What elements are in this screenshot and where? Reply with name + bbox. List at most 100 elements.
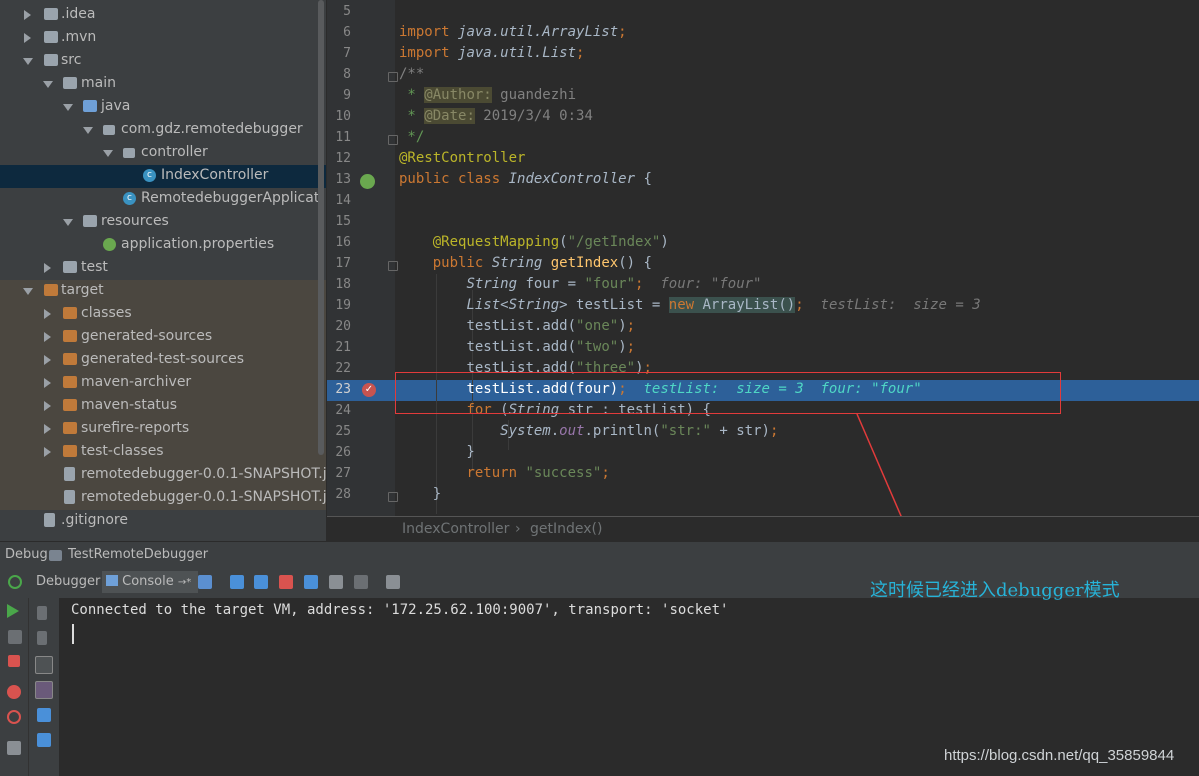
tree-item-maven-archiver[interactable]: maven-archiver <box>0 372 326 395</box>
mute-breakpoints-icon[interactable] <box>7 710 21 724</box>
tree-item-gitignore[interactable]: .gitignore <box>0 510 326 533</box>
folder-icon <box>63 307 77 319</box>
step-into-icon[interactable] <box>254 575 268 589</box>
breadcrumb-class[interactable]: IndexController <box>402 521 509 537</box>
tree-item-jar[interactable]: remotedebugger-0.0.1-SNAPSHOT.ja <box>0 464 326 487</box>
watermark: https://blog.csdn.net/qq_35859844 <box>944 747 1175 764</box>
console-line: Connected to the target VM, address: '17… <box>71 602 729 618</box>
chevron-down-icon[interactable] <box>43 81 53 88</box>
drop-frame-icon[interactable] <box>329 575 343 589</box>
breakpoint-icon[interactable]: ✓ <box>362 383 376 397</box>
breadcrumb: IndexController › getIndex() <box>327 516 1199 542</box>
tree-item-test[interactable]: test <box>0 257 326 280</box>
down-arrow-icon[interactable] <box>37 631 47 645</box>
run-config-name[interactable]: TestRemoteDebugger <box>68 547 208 562</box>
evaluate-expression-icon[interactable] <box>386 575 400 589</box>
breadcrumb-method[interactable]: getIndex() <box>530 521 602 537</box>
chevron-right-icon[interactable] <box>44 332 51 342</box>
resume-icon[interactable] <box>7 604 19 618</box>
view-breakpoints-icon[interactable] <box>7 685 21 699</box>
chevron-down-icon[interactable] <box>103 150 113 157</box>
chevron-right-icon[interactable] <box>44 424 51 434</box>
chevron-down-icon[interactable] <box>63 104 73 111</box>
tree-item-idea[interactable]: .idea <box>0 4 326 27</box>
chevron-down-icon[interactable] <box>23 288 33 295</box>
chevron-right-icon[interactable] <box>44 355 51 365</box>
tab-console[interactable]: Console →* <box>102 571 198 593</box>
chevron-down-icon[interactable] <box>83 127 93 134</box>
tab-debugger[interactable]: Debugger <box>32 571 104 593</box>
chevron-right-icon[interactable] <box>24 33 31 43</box>
code-line-10: * @Date: 2019/3/4 0:34 <box>399 108 593 124</box>
code-line-16: @RequestMapping("/getIndex") <box>432 234 669 250</box>
remote-config-icon <box>49 550 62 561</box>
up-arrow-icon[interactable] <box>37 606 47 620</box>
chevron-down-icon[interactable] <box>63 219 73 226</box>
chevron-right-icon[interactable] <box>44 309 51 319</box>
tree-item-target[interactable]: target <box>0 280 326 303</box>
scroll-to-end-icon[interactable] <box>35 681 53 699</box>
line-number: 21 <box>335 340 351 355</box>
code-line-26: } <box>399 444 475 460</box>
spring-bean-gutter-icon[interactable] <box>360 174 375 189</box>
line-number: 28 <box>335 487 351 502</box>
camera-icon[interactable] <box>7 741 21 755</box>
clear-all-icon[interactable] <box>37 733 51 747</box>
run-to-cursor-icon[interactable] <box>354 575 368 589</box>
folder-icon <box>63 399 77 411</box>
step-out-icon[interactable] <box>304 575 318 589</box>
force-step-into-icon[interactable] <box>279 575 293 589</box>
code-line-11: */ <box>399 129 425 145</box>
tree-item-main[interactable]: main <box>0 73 326 96</box>
chevron-right-icon[interactable] <box>44 263 51 273</box>
tree-item-controller[interactable]: controller <box>0 142 326 165</box>
debug-title: Debug <box>5 547 48 562</box>
line-number: 10 <box>335 109 351 124</box>
chevron-right-icon[interactable] <box>44 447 51 457</box>
chevron-down-icon[interactable] <box>23 58 33 65</box>
code-line-21: testList.add("two"); <box>466 339 636 355</box>
tree-item-application[interactable]: c RemotedebuggerApplicati <box>0 188 326 211</box>
tree-item-properties[interactable]: application.properties <box>0 234 326 257</box>
folder-icon <box>63 445 77 457</box>
line-number: 9 <box>343 88 351 103</box>
rerun-icon[interactable] <box>8 575 22 589</box>
tree-item-resources[interactable]: resources <box>0 211 326 234</box>
tree-item-generated-test-sources[interactable]: generated-test-sources <box>0 349 326 372</box>
code-line-25: System.out.println("str:" + str); <box>500 423 779 439</box>
code-line-7: import java.util.List; <box>399 45 585 61</box>
show-execution-point-icon[interactable] <box>198 575 212 589</box>
debug-actions-bar <box>0 598 28 776</box>
tree-item-java[interactable]: java <box>0 96 326 119</box>
line-number: 17 <box>335 256 351 271</box>
tree-item-surefire-reports[interactable]: surefire-reports <box>0 418 326 441</box>
chevron-right-icon[interactable] <box>44 378 51 388</box>
step-over-icon[interactable] <box>230 575 244 589</box>
tree-item-jar-original[interactable]: remotedebugger-0.0.1-SNAPSHOT.ja <box>0 487 326 510</box>
print-icon[interactable] <box>37 708 51 722</box>
tree-item-indexcontroller[interactable]: c IndexController <box>0 165 326 188</box>
line-number: 25 <box>335 424 351 439</box>
tree-item-src[interactable]: src <box>0 50 326 73</box>
soft-wrap-icon[interactable] <box>35 656 53 674</box>
code-line-12: @RestController <box>399 150 526 166</box>
line-number: 16 <box>335 235 351 250</box>
pause-icon[interactable] <box>8 630 22 644</box>
code-line-18: String four = "four"; four: "four" <box>466 276 762 292</box>
tree-item-test-classes[interactable]: test-classes <box>0 441 326 464</box>
tree-item-classes[interactable]: classes <box>0 303 326 326</box>
highlight-box <box>395 372 1061 414</box>
tree-item-generated-sources[interactable]: generated-sources <box>0 326 326 349</box>
line-number: 7 <box>343 46 351 61</box>
chevron-right-icon[interactable] <box>24 10 31 20</box>
tree-scrollbar[interactable] <box>318 0 324 455</box>
tree-item-mvn[interactable]: .mvn <box>0 27 326 50</box>
code-editor[interactable]: import java.util.ArrayList; import java.… <box>396 0 1199 516</box>
tree-item-package[interactable]: com.gdz.remotedebugger <box>0 119 326 142</box>
tree-item-maven-status[interactable]: maven-status <box>0 395 326 418</box>
line-number: 22 <box>335 361 351 376</box>
stop-icon[interactable] <box>8 655 20 667</box>
annotation-text: 这时候已经进入debugger模式 <box>870 580 1120 601</box>
code-line-17: public String getIndex() { <box>432 255 652 271</box>
chevron-right-icon[interactable] <box>44 401 51 411</box>
